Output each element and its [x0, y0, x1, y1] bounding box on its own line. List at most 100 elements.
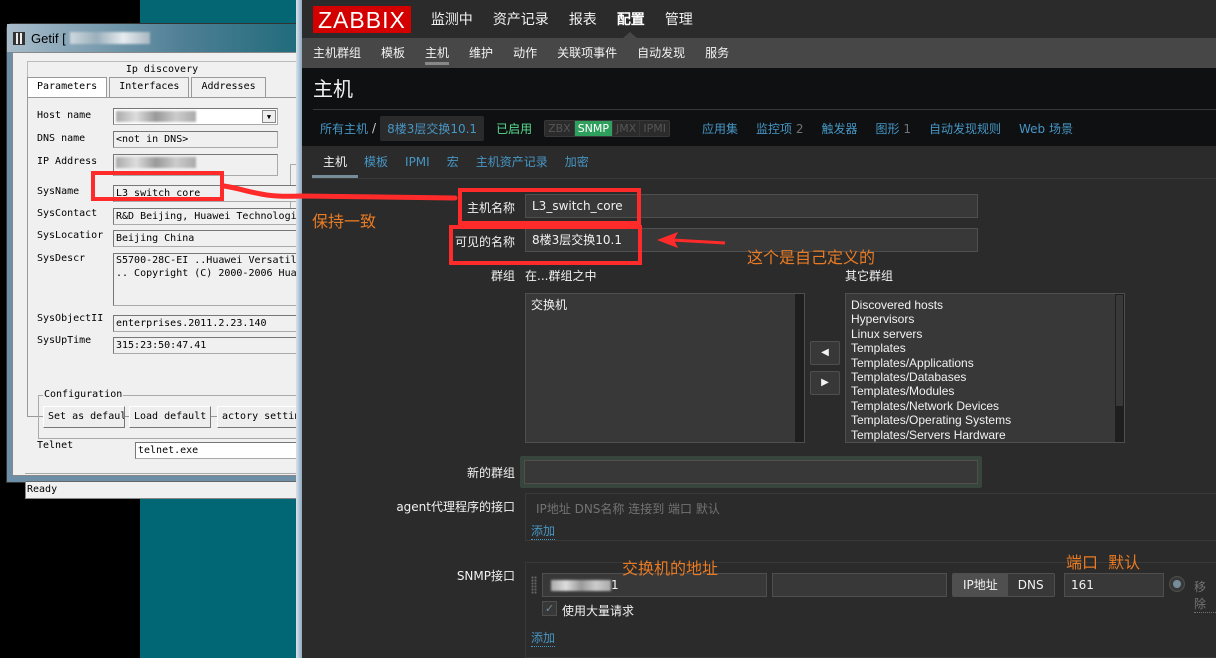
menu-configuration[interactable]: 配置 [617, 9, 645, 29]
list-item[interactable]: Templates [851, 341, 1119, 355]
status-badge[interactable]: 已启用 [496, 120, 532, 137]
menu-administration[interactable]: 管理 [665, 9, 693, 29]
sysuptime-label: SysUpTime [37, 335, 92, 346]
list-item[interactable]: 交换机 [531, 298, 799, 312]
graphs-count: 1 [903, 121, 911, 136]
getif-titlebar[interactable]: Getif [ [7, 24, 300, 52]
other-groups-list[interactable]: Discovered hosts Hypervisors Linux serve… [845, 293, 1125, 443]
link-label: 应用集 [701, 121, 738, 136]
snmp-add-link[interactable]: 添加 [531, 629, 556, 647]
remove-link[interactable]: 移除 [1194, 578, 1216, 613]
sysdescr-line: .. Copyright (C) 2000-2006 Huaw [116, 268, 303, 279]
tab-templates[interactable]: 模板 [364, 146, 388, 178]
breadcrumb-separator: / [372, 121, 377, 135]
link-triggers[interactable]: 触发器 [821, 120, 857, 137]
syslocation-label: SysLocatior [37, 230, 104, 241]
submenu-correlation[interactable]: 关联项事件 [557, 38, 617, 68]
connect-dns-button[interactable]: DNS [1007, 574, 1054, 596]
tab-parameters[interactable]: Parameters [27, 77, 108, 99]
sysdescr-field[interactable]: S5700-28C-EI ..Huawei Versatile .. Copyr… [113, 253, 308, 306]
move-left-button[interactable]: ◀ [810, 341, 840, 365]
connect-to-toggle: IP地址 DNS [952, 573, 1055, 597]
connect-ip-button[interactable]: IP地址 [953, 574, 1008, 596]
scrollbar-thumb[interactable] [1116, 295, 1123, 406]
breadcrumb-current-host[interactable]: 8楼3层交换10.1 [380, 115, 485, 141]
menu-reports[interactable]: 报表 [569, 9, 597, 29]
annotation-port-default: 端口 默认 [1066, 553, 1141, 572]
sysdescr-line: S5700-28C-EI ..Huawei Versatile [116, 255, 303, 266]
list-item[interactable]: Templates/Servers Hardware [851, 428, 1119, 442]
link-web-scenarios[interactable]: Web 场景 [1019, 120, 1073, 137]
link-applications[interactable]: 应用集 [702, 120, 738, 137]
checkmark-icon: ✓ [544, 602, 555, 615]
scrollbar[interactable] [795, 294, 804, 442]
configuration-group: Configuration Set as default Load defaul… [38, 389, 309, 439]
sysuptime-field[interactable]: 315:23:50:47.41 [113, 337, 308, 354]
list-item[interactable]: Templates/Network Devices [851, 399, 1119, 413]
list-item[interactable]: Discovered hosts [851, 298, 1119, 312]
tab-encryption[interactable]: 加密 [565, 146, 589, 178]
breadcrumb: 所有主机 / 8楼3层交换10.1 已启用 ZBX SNMP JMX IPMI … [302, 110, 1216, 146]
submenu-maintenance[interactable]: 维护 [469, 38, 493, 68]
list-item[interactable]: Templates/Applications [851, 356, 1119, 370]
sysobjectid-field[interactable]: enterprises.2011.2.23.140 [113, 315, 308, 332]
list-item[interactable]: Templates/Modules [851, 384, 1119, 398]
arrow-right-icon: ▶ [821, 377, 829, 388]
load-default-button[interactable]: Load default [129, 406, 211, 428]
in-groups-list[interactable]: 交换机 [525, 293, 805, 443]
submenu-host-groups[interactable]: 主机群组 [313, 38, 361, 68]
list-item[interactable]: Hypervisors [851, 312, 1119, 326]
tab-ipmi[interactable]: IPMI [405, 146, 430, 178]
other-groups-label: 其它群组 [845, 269, 894, 283]
getif-tabs: Parameters Interfaces Addresses [27, 77, 268, 99]
snmp-port-input[interactable]: 161 [1064, 573, 1164, 597]
syslocation-field[interactable]: Beijing China [113, 230, 308, 247]
agent-add-link[interactable]: 添加 [531, 522, 556, 540]
tab-inventory[interactable]: 主机资产记录 [476, 146, 548, 178]
dns-name-field[interactable]: <not in DNS> [113, 131, 278, 148]
tab-ip-discovery[interactable]: Ip discovery [27, 61, 297, 77]
tab-interfaces[interactable]: Interfaces [109, 77, 190, 97]
host-name-label: Host name [37, 110, 92, 121]
new-group-input[interactable] [524, 460, 978, 484]
bulk-requests-checkbox[interactable]: ✓ [542, 601, 557, 616]
syscontact-field[interactable]: R&D Beijing, Huawei Technologie [113, 208, 308, 225]
default-radio[interactable] [1169, 576, 1185, 592]
set-as-default-button[interactable]: Set as default [43, 406, 125, 428]
submenu-actions[interactable]: 动作 [513, 38, 537, 68]
annotation-box-host-name [458, 188, 641, 225]
tab-host[interactable]: 主机 [311, 146, 359, 178]
breadcrumb-all-hosts[interactable]: 所有主机 [320, 120, 368, 137]
bulk-requests-label: 使用大量请求 [562, 604, 635, 618]
link-items[interactable]: 监控项 2 [756, 120, 803, 137]
getif-window: Getif [ Ip discovery Parameters Interfac… [6, 23, 310, 499]
agent-interfaces-label: agent代理程序的接口 [396, 500, 515, 514]
drag-handle-icon[interactable] [531, 576, 537, 594]
link-label: 触发器 [821, 121, 858, 136]
submenu-discovery[interactable]: 自动发现 [637, 38, 685, 68]
scrollbar[interactable] [1115, 294, 1124, 442]
submenu-services[interactable]: 服务 [705, 38, 729, 68]
annotation-box-visible-name [449, 225, 642, 265]
link-discovery-rules[interactable]: 自动发现规则 [929, 120, 1001, 137]
link-graphs[interactable]: 图形 1 [875, 120, 910, 137]
submenu-hosts[interactable]: 主机 [425, 38, 450, 68]
page-title: 主机 [313, 77, 353, 101]
divider [313, 109, 1216, 110]
submenu-templates[interactable]: 模板 [381, 38, 405, 68]
redacted-host [116, 110, 196, 122]
menu-monitoring[interactable]: 监测中 [431, 9, 473, 29]
snmp-dns-input[interactable] [772, 573, 947, 597]
in-groups-label: 在...群组之中 [525, 269, 597, 283]
list-item[interactable]: Linux servers [851, 327, 1119, 341]
move-right-button[interactable]: ▶ [810, 371, 840, 395]
dropdown-arrow-icon[interactable]: ▼ [262, 110, 276, 123]
telnet-field[interactable]: telnet.exe [135, 442, 305, 459]
list-item[interactable]: Templates/Operating Systems [851, 413, 1119, 427]
tab-addresses[interactable]: Addresses [191, 77, 266, 97]
tab-macros[interactable]: 宏 [447, 146, 459, 178]
zabbix-logo[interactable]: ZABBIX [313, 5, 411, 33]
menu-inventory[interactable]: 资产记录 [493, 9, 549, 29]
list-item[interactable]: Templates/Databases [851, 370, 1119, 384]
host-name-combo[interactable]: ▼ [113, 108, 278, 125]
